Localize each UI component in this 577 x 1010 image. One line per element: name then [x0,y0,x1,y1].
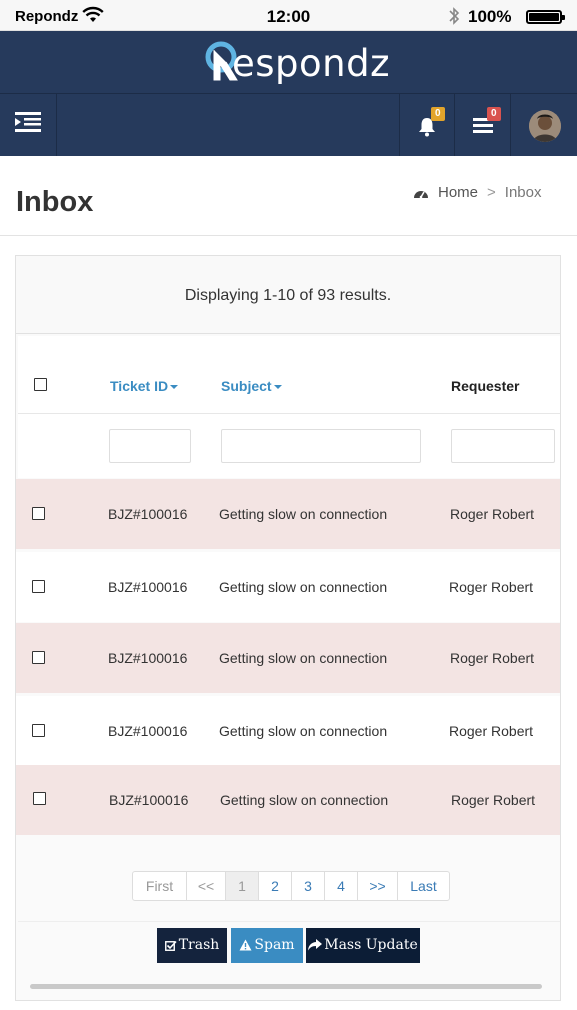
ticket-id-filter-input[interactable] [109,429,191,463]
row-checkbox[interactable] [32,651,45,664]
mass-update-button-label: Mass Update [324,937,418,953]
warning-icon [239,939,252,951]
ticket-id-cell[interactable]: BJZ#100016 [108,579,187,595]
requester-cell: Roger Robert [449,579,534,595]
horizontal-scrollbar[interactable] [30,984,542,989]
sort-caret-icon [170,385,179,390]
ticket-id-cell[interactable]: BJZ#100016 [109,792,188,808]
results-summary: Displaying 1-10 of 93 results. [184,287,392,304]
tickets-panel: Displaying 1-10 of 93 results. Ticket ID… [15,255,561,1001]
dashboard-icon [414,190,428,198]
table-row[interactable]: BJZ#100016 Getting slow on connection Ro… [16,479,560,549]
subject-column-header[interactable]: Subject [221,378,282,394]
breadcrumb: Home > Inbox [413,184,541,201]
select-all-checkbox[interactable] [34,378,47,391]
bluetooth-icon [449,7,460,25]
brand-name: espondz [232,42,391,85]
table-row[interactable]: BJZ#100016 Getting slow on connection Ro… [16,623,560,693]
row-checkbox[interactable] [32,724,45,737]
top-navbar: 0 0 [0,93,577,156]
trash-button-label: Trash [178,937,220,953]
ticket-id-header-label: Ticket ID [110,378,169,394]
pagination: First << 1 2 3 4 >> Last [132,871,450,901]
notifications-badge: 0 [431,107,445,121]
breadcrumb-separator: > [487,184,496,201]
brand-header: espondz [0,31,577,93]
requester-cell: Roger Robert [450,650,535,666]
requester-cell: Roger Robert [449,723,534,739]
subject-cell[interactable]: Getting slow on connection [219,506,387,522]
spam-button-label: Spam [254,937,295,953]
table-row[interactable]: BJZ#100016 Getting slow on connection Ro… [16,696,560,766]
page-title: Inbox [16,186,94,218]
battery-icon [526,10,565,24]
page-3[interactable]: 3 [292,872,325,900]
spam-button[interactable]: Spam [231,928,303,963]
page-next[interactable]: >> [358,872,398,900]
menu-collapse-icon [15,112,41,132]
tasks-badge: 0 [487,107,501,121]
page-4[interactable]: 4 [325,872,358,900]
filter-row [18,414,560,478]
row-checkbox[interactable] [32,580,45,593]
user-avatar[interactable] [529,110,561,142]
notifications-button[interactable]: 0 [399,94,454,156]
subject-cell[interactable]: Getting slow on connection [219,723,387,739]
ticket-id-column-header[interactable]: Ticket ID [110,378,179,394]
page-prev[interactable]: << [187,872,226,900]
page-last[interactable]: Last [398,872,449,900]
table-header: Ticket ID Subject Requester [18,336,560,414]
sort-caret-icon [273,385,282,390]
sidebar-toggle-button[interactable] [0,94,57,156]
requester-cell: Roger Robert [451,792,536,808]
subject-cell[interactable]: Getting slow on connection [220,792,388,808]
row-checkbox[interactable] [32,507,45,520]
breadcrumb-home-link[interactable]: Home [438,184,478,201]
respondz-logo[interactable]: espondz [204,38,390,88]
table-row[interactable]: BJZ#100016 Getting slow on connection Ro… [16,552,560,622]
page-2[interactable]: 2 [259,872,292,900]
results-summary-bar: Displaying 1-10 of 93 results. [16,256,560,334]
check-square-icon [164,940,177,951]
subject-cell[interactable]: Getting slow on connection [219,579,387,595]
requester-cell: Roger Robert [450,506,535,522]
status-bar: Repondz 12:00 100% [0,0,577,31]
ticket-id-cell[interactable]: BJZ#100016 [108,650,187,666]
trash-button[interactable]: Trash [157,928,227,963]
share-arrow-icon [308,939,323,951]
ticket-id-cell[interactable]: BJZ#100016 [108,723,187,739]
bulk-actions-bar: Trash Spam Mass Update [18,921,560,977]
row-checkbox[interactable] [33,792,46,805]
subject-filter-input[interactable] [221,429,421,463]
tasks-button[interactable]: 0 [454,94,510,156]
subject-header-label: Subject [221,378,272,394]
page-first[interactable]: First [133,872,187,900]
requester-column-header: Requester [451,378,520,394]
table-row[interactable]: BJZ#100016 Getting slow on connection Ro… [16,765,560,835]
requester-filter-input[interactable] [451,429,555,463]
ticket-id-cell[interactable]: BJZ#100016 [108,506,187,522]
subject-cell[interactable]: Getting slow on connection [219,650,387,666]
mass-update-button[interactable]: Mass Update [306,928,420,963]
battery-percentage: 100% [468,7,512,26]
page-header: Inbox Home > Inbox [0,156,577,236]
breadcrumb-current: Inbox [504,184,542,201]
page-1[interactable]: 1 [226,872,259,900]
